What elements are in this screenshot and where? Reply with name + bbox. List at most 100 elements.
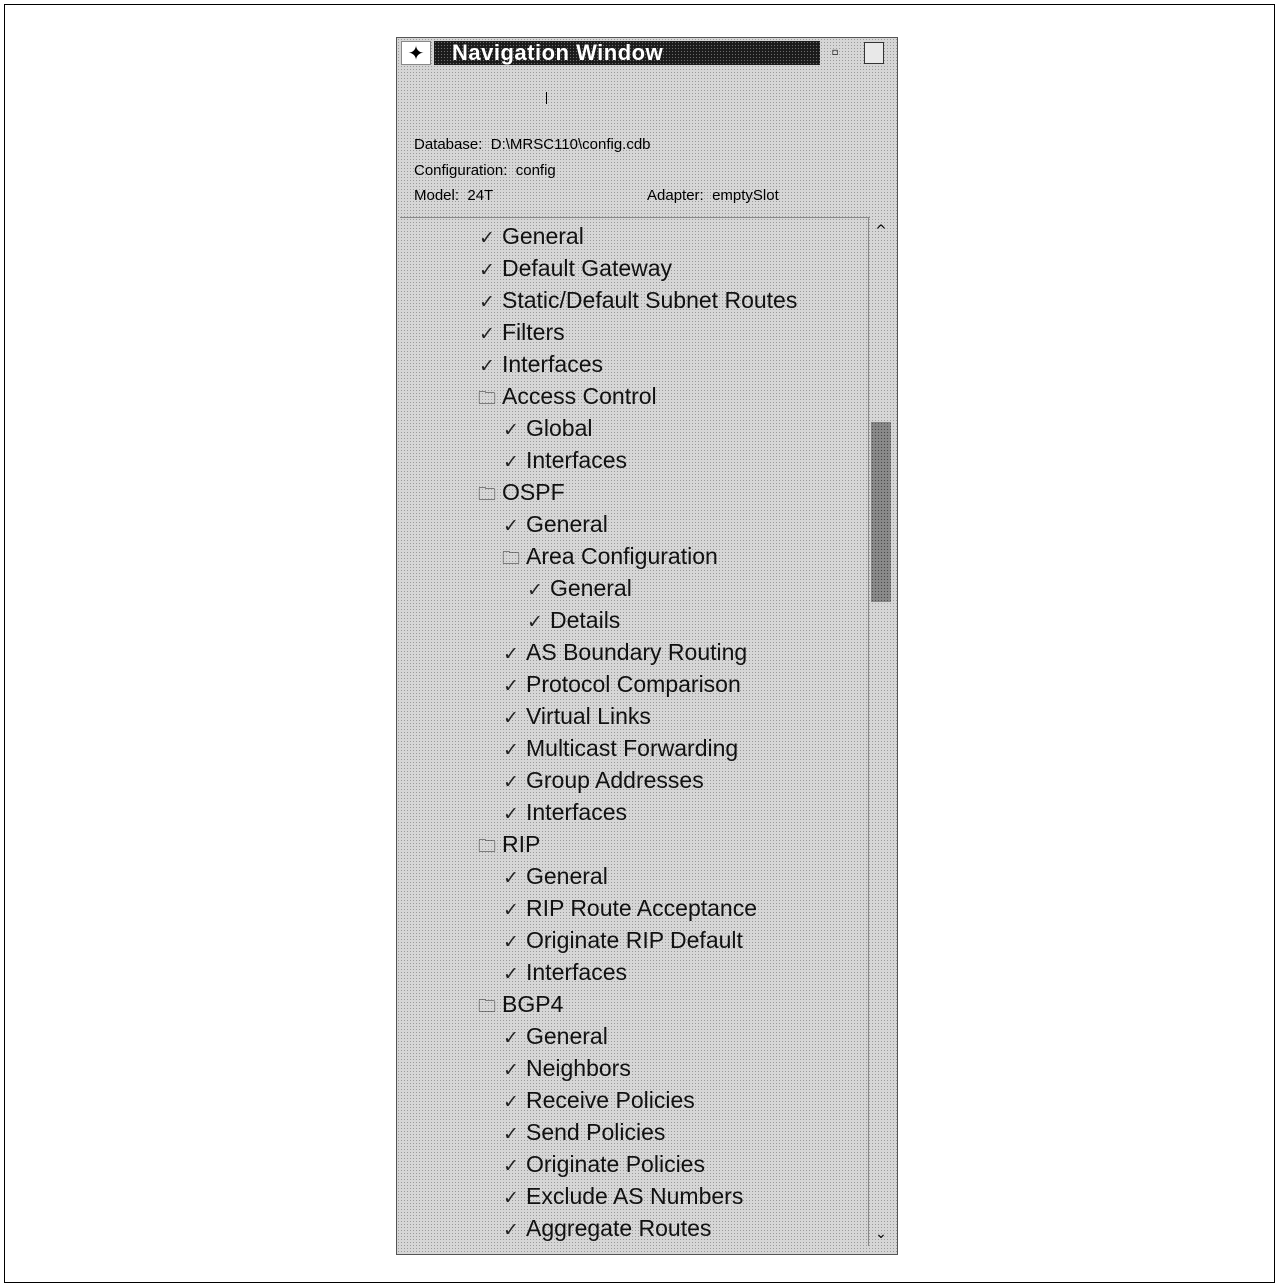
tree-leaf-item[interactable]: ✓ Interfaces xyxy=(500,444,627,476)
tree-item-label: Group Addresses xyxy=(526,767,704,793)
tree-item-label: RIP Route Acceptance xyxy=(526,895,757,921)
tree-leaf-item[interactable]: ✓ Send Policies xyxy=(500,1116,665,1148)
checkmark-icon: ✓ xyxy=(503,1059,519,1081)
tree-leaf-item[interactable]: ✓ Receive Policies xyxy=(500,1084,695,1116)
tree-item-label: General xyxy=(526,863,608,889)
tree-item-label: Multicast Forwarding xyxy=(526,735,739,761)
checkmark-icon: ✓ xyxy=(503,867,519,889)
adapter-value: emptySlot xyxy=(712,187,779,204)
scroll-down-icon[interactable]: ⌄ xyxy=(869,1224,893,1244)
checkmark-icon: ✓ xyxy=(503,1187,519,1209)
system-menu-icon[interactable]: ✦ xyxy=(401,41,431,65)
checkmark-icon: ✓ xyxy=(503,419,519,441)
checkmark-icon: ✓ xyxy=(479,355,495,377)
tree-item-label: Originate RIP Default xyxy=(526,927,743,953)
adapter-label: Adapter: xyxy=(647,187,704,204)
tree-leaf-item[interactable]: ✓ Multicast Forwarding xyxy=(500,732,738,764)
tree-item-label: Originate Policies xyxy=(526,1151,705,1177)
checkmark-icon: ✓ xyxy=(479,227,495,249)
tree-leaf-item[interactable]: ✓ Global xyxy=(500,412,592,444)
tree-folder-item[interactable]: 🗀 RIP xyxy=(476,828,540,860)
tree-item-label: General xyxy=(526,1023,608,1049)
tree-leaf-item[interactable]: ✓ Filters xyxy=(476,316,565,348)
tree-leaf-item[interactable]: ✓ Details xyxy=(524,604,620,636)
tree-folder-item[interactable]: 🗀 OSPF xyxy=(476,476,565,508)
title-box[interactable]: Navigation Window xyxy=(434,41,820,65)
tree-leaf-item[interactable]: ✓ Interfaces xyxy=(500,796,627,828)
tree-leaf-item[interactable]: ✓ General xyxy=(500,1020,608,1052)
tree-item-label: Receive Policies xyxy=(526,1087,695,1113)
tree-item-label: Virtual Links xyxy=(526,703,651,729)
tree-item-label: Protocol Comparison xyxy=(526,671,741,697)
tree-item-label: OSPF xyxy=(502,479,565,505)
checkmark-icon: ✓ xyxy=(503,1123,519,1145)
configuration-value: config xyxy=(515,162,556,179)
tree-item-label: Interfaces xyxy=(526,959,627,985)
tree-item-label: Static/Default Subnet Routes xyxy=(502,287,798,313)
scroll-up-icon[interactable]: ^ xyxy=(869,221,893,241)
checkmark-icon: ✓ xyxy=(503,1219,519,1241)
navigation-tree[interactable]: ✓ General ✓ Default Gateway ✓ Static/Default … xyxy=(400,217,870,1246)
tree-leaf-item[interactable]: ✓ Static/Default Subnet Routes xyxy=(476,284,797,316)
tree-folder-item[interactable]: 🗀 Access Control xyxy=(476,380,657,412)
tree-leaf-item[interactable]: ✓ Interfaces xyxy=(500,956,627,988)
checkmark-icon: ✓ xyxy=(503,675,519,697)
tree-item-label: Details xyxy=(550,607,621,633)
model-value: 24T xyxy=(467,187,494,204)
tree-leaf-item[interactable]: ✓ Group Addresses xyxy=(500,764,704,796)
model-label: Model: xyxy=(414,187,460,204)
window-title: Navigation Window xyxy=(452,40,664,65)
database-value: D:\MRSC110\config.cdb xyxy=(490,136,651,153)
configuration-info: Configuration: config xyxy=(414,162,556,179)
checkmark-icon: ✓ xyxy=(503,451,519,473)
checkmark-icon: ✓ xyxy=(479,291,495,313)
tree-leaf-item[interactable]: ✓ AS Boundary Routing xyxy=(500,636,747,668)
tree-item-label: Default Gateway xyxy=(502,255,673,281)
tree-item-label: General xyxy=(502,223,584,249)
database-info: Database: D:\MRSC110\config.cdb xyxy=(414,136,651,153)
tree-leaf-item[interactable]: ✓ Default Gateway xyxy=(476,252,672,284)
tree-leaf-item[interactable]: ✓ Virtual Links xyxy=(500,700,651,732)
tree-item-label: Exclude AS Numbers xyxy=(526,1183,744,1209)
checkmark-icon: ✓ xyxy=(503,931,519,953)
tree-leaf-item[interactable]: ✓ Neighbors xyxy=(500,1052,631,1084)
tree-leaf-item[interactable]: ✓ Protocol Comparison xyxy=(500,668,741,700)
tree-item-label: Neighbors xyxy=(526,1055,631,1081)
vertical-scrollbar[interactable]: ^ ⌄ xyxy=(868,217,893,1246)
tree-item-label: BGP4 xyxy=(502,991,564,1017)
tree-item-label: Access Control xyxy=(502,383,657,409)
tree-item-label: Interfaces xyxy=(526,799,627,825)
tree-item-label: Area Configuration xyxy=(526,543,718,569)
checkmark-icon: ✓ xyxy=(503,771,519,793)
checkmark-icon: ✓ xyxy=(503,803,519,825)
tree-leaf-item[interactable]: ✓ Originate RIP Default xyxy=(500,924,743,956)
tree-leaf-item[interactable]: ✓ RIP Route Acceptance xyxy=(500,892,757,924)
scrollbar-thumb[interactable] xyxy=(871,422,891,602)
tree-item-label: General xyxy=(550,575,632,601)
tree-leaf-item[interactable]: ✓ Interfaces xyxy=(476,348,603,380)
tree-leaf-item[interactable]: ✓ General xyxy=(500,860,608,892)
tree-leaf-item[interactable]: ✓ General xyxy=(500,508,608,540)
tree-item-label: General xyxy=(526,511,608,537)
tree-leaf-item[interactable]: ✓ General xyxy=(476,220,584,252)
tree-item-label: Interfaces xyxy=(526,447,627,473)
folder-icon: 🗀 xyxy=(502,548,520,569)
checkmark-icon: ✓ xyxy=(479,323,495,345)
title-bar[interactable]: ✦ Navigation Window ▫ xyxy=(397,38,897,68)
checkmark-icon: ✓ xyxy=(503,1091,519,1113)
tree-leaf-item[interactable]: ✓ Aggregate Routes xyxy=(500,1212,711,1244)
tree-item-label: AS Boundary Routing xyxy=(526,639,748,665)
tree-item-label: RIP xyxy=(502,831,541,857)
tree-folder-item[interactable]: 🗀 BGP4 xyxy=(476,988,563,1020)
maximize-icon[interactable] xyxy=(864,42,884,64)
minimize-icon[interactable]: ▫ xyxy=(824,44,846,64)
tree-leaf-item[interactable]: ✓ Originate Policies xyxy=(500,1148,705,1180)
tree-leaf-item[interactable]: ✓ General xyxy=(524,572,632,604)
tree-folder-item[interactable]: 🗀 Area Configuration xyxy=(500,540,718,572)
tree-item-label: Filters xyxy=(502,319,565,345)
checkmark-icon: ✓ xyxy=(503,707,519,729)
database-label: Database: xyxy=(414,136,483,153)
tree-item-label: Aggregate Routes xyxy=(526,1215,712,1241)
tree-leaf-item[interactable]: ✓ Exclude AS Numbers xyxy=(500,1180,743,1212)
folder-icon: 🗀 xyxy=(478,836,496,857)
